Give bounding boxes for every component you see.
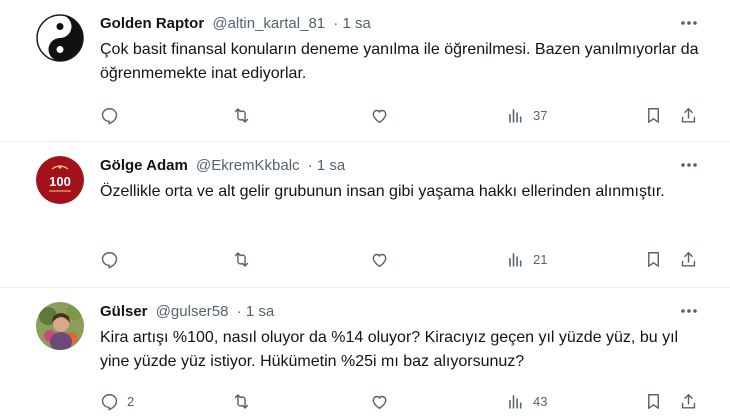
tweet-header: Gülser @gulser58 · 1 sa [100,302,274,322]
analytics-icon [509,252,522,267]
retweet-button[interactable] [232,104,259,126]
retweet-icon [234,393,249,409]
avatar[interactable] [36,302,84,350]
view-count: 21 [533,251,548,267]
handle[interactable]: @EkremKkbalc [196,157,300,174]
display-name[interactable]: Golden Raptor [100,15,204,32]
more-options-button[interactable] [678,300,700,322]
avatar[interactable]: 100 [36,156,84,204]
views-button[interactable]: 21 [506,248,547,270]
handle[interactable]: @gulser58 [156,303,229,320]
reply-icon [101,107,118,124]
reply-button[interactable]: 2 [100,390,134,412]
centenary-emblem-icon: 100 [36,156,84,204]
tweet-text: Kira artışı %100, nasıl oluyor da %14 ol… [100,329,679,370]
analytics-icon [509,108,522,123]
share-icon [681,251,696,267]
more-icon [681,309,697,313]
yin-yang-icon [36,14,84,62]
retweet-button[interactable] [232,390,259,412]
retweet-icon [234,251,249,267]
analytics-icon [509,394,522,409]
heart-icon [372,109,387,123]
tweet-text: Çok basit finansal konuların deneme yanı… [100,41,699,82]
bookmark-icon [648,107,659,123]
reply-icon [101,393,118,410]
tweet-header: Gölge Adam @EkremKkbalc · 1 sa [100,156,345,176]
profile-photo-icon [36,302,84,350]
tweet[interactable]: Golden Raptor @altin_kartal_81 · 1 sa Ço… [0,0,730,142]
more-options-button[interactable] [678,154,700,176]
share-button[interactable] [679,104,698,126]
tweet[interactable]: 100 Gölge Adam @EkremKkbalc · 1 sa Özell… [0,142,730,288]
bookmark-icon [648,251,659,267]
avatar[interactable] [36,14,84,62]
timestamp[interactable]: · 1 sa [237,303,275,320]
heart-icon [372,395,387,409]
share-icon [681,107,696,123]
share-icon [681,393,696,409]
display-name[interactable]: Gölge Adam [100,157,188,174]
views-button[interactable]: 37 [506,104,547,126]
retweet-button[interactable] [232,248,259,270]
more-icon [681,163,697,167]
more-icon [681,21,697,25]
timestamp[interactable]: · 1 sa [308,157,346,174]
views-button[interactable]: 43 [506,390,547,412]
share-button[interactable] [679,390,698,412]
view-count: 43 [533,393,548,409]
share-button[interactable] [679,248,698,270]
timestamp[interactable]: · 1 sa [333,15,371,32]
bookmark-button[interactable] [644,104,663,126]
tweet[interactable]: Gülser @gulser58 · 1 sa Kira artışı %100… [0,288,730,420]
view-count: 37 [533,107,548,123]
tweet-header: Golden Raptor @altin_kartal_81 · 1 sa [100,14,371,34]
retweet-icon [234,107,249,123]
bookmark-icon [648,393,659,409]
reply-icon [101,251,118,268]
bookmark-button[interactable] [644,248,663,270]
more-options-button[interactable] [678,12,700,34]
reply-button[interactable] [100,104,127,126]
like-button[interactable] [370,390,397,412]
reply-count: 2 [127,393,135,409]
tweet-text: Özellikle orta ve alt gelir grubunun ins… [100,183,665,200]
handle[interactable]: @altin_kartal_81 [212,15,325,32]
reply-button[interactable] [100,248,127,270]
heart-icon [372,253,387,267]
like-button[interactable] [370,248,397,270]
like-button[interactable] [370,104,397,126]
display-name[interactable]: Gülser [100,303,148,320]
avatar-label: 100 [49,174,71,189]
bookmark-button[interactable] [644,390,663,412]
